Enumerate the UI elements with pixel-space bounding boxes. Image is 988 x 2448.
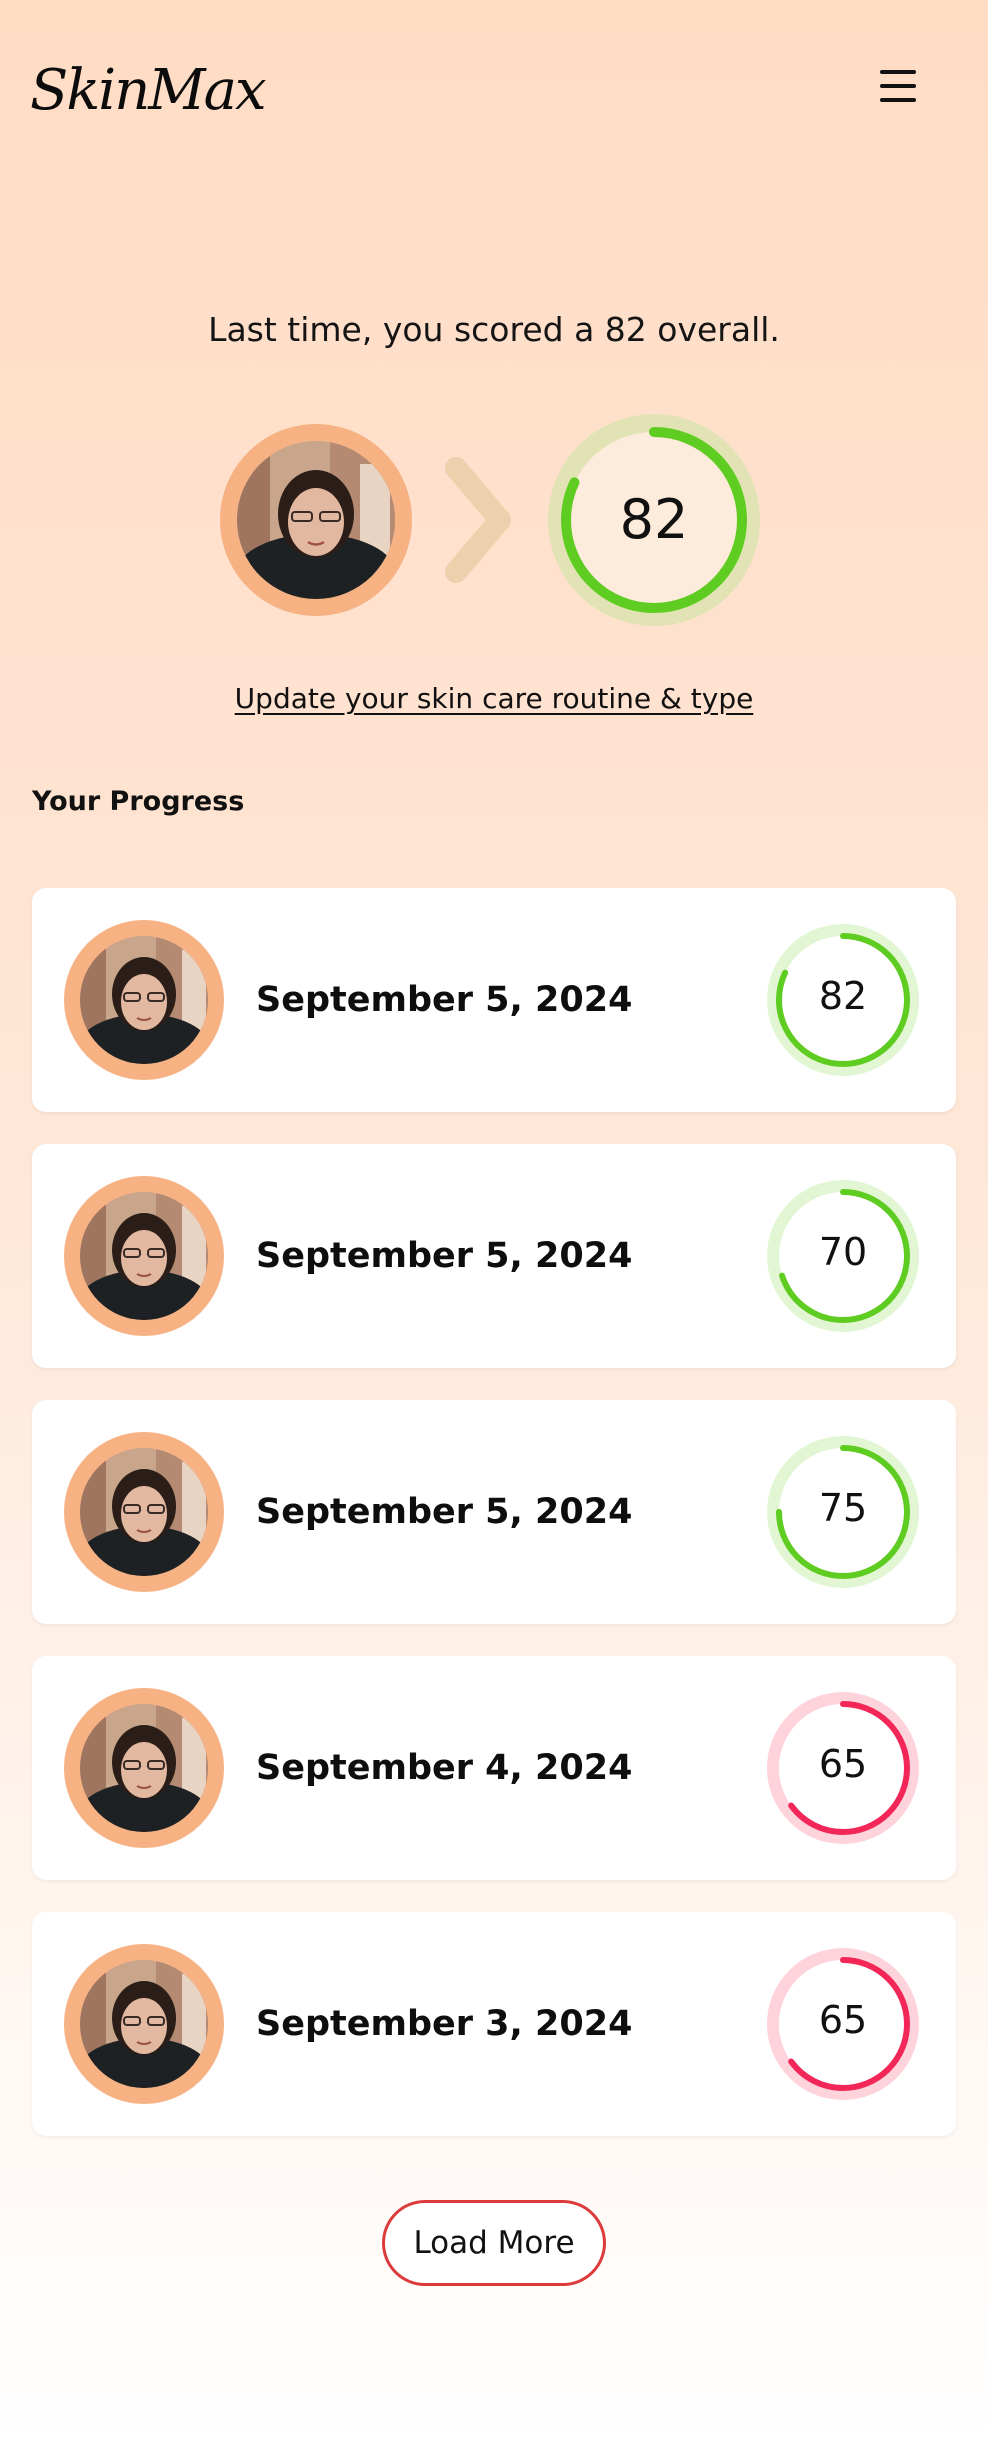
selfie-photo <box>80 1192 208 1320</box>
progress-card[interactable]: September 5, 2024 70 <box>32 1144 956 1368</box>
selfie-photo <box>80 936 208 1064</box>
overall-score-value: 82 <box>619 488 689 551</box>
selfie-avatar <box>64 1176 224 1336</box>
entry-date: September 3, 2024 <box>256 2004 633 2044</box>
chevron-right-icon <box>445 457 511 583</box>
progress-heading: Your Progress <box>32 786 245 817</box>
selfie-avatar <box>64 1688 224 1848</box>
selfie-photo <box>80 1448 208 1576</box>
app-logo: SkinMax <box>30 58 267 123</box>
entry-score: 70 <box>818 1230 868 1274</box>
entry-date: September 4, 2024 <box>256 1748 633 1788</box>
progress-card[interactable]: September 5, 2024 82 <box>32 888 956 1112</box>
entry-date: September 5, 2024 <box>256 1236 633 1276</box>
entry-score: 75 <box>818 1486 868 1530</box>
progress-card[interactable]: September 3, 2024 65 <box>32 1912 956 2136</box>
selfie-avatar <box>64 1944 224 2104</box>
entry-date: September 5, 2024 <box>256 1492 633 1532</box>
entry-score: 82 <box>818 974 868 1018</box>
entry-date: September 5, 2024 <box>256 980 633 1020</box>
hamburger-menu-icon[interactable] <box>880 70 918 102</box>
last-score-message: Last time, you scored a 82 overall. <box>208 310 780 349</box>
selfie-photo <box>80 1960 208 2088</box>
entry-score: 65 <box>818 1998 868 2042</box>
progress-list: September 5, 2024 82 September 5, 2024 7… <box>32 888 956 2168</box>
selfie-avatar <box>64 1432 224 1592</box>
progress-card[interactable]: September 4, 2024 65 <box>32 1656 956 1880</box>
selfie-photo <box>237 441 395 599</box>
latest-selfie-avatar <box>220 424 412 616</box>
entry-score: 65 <box>818 1742 868 1786</box>
progress-card[interactable]: September 5, 2024 75 <box>32 1400 956 1624</box>
load-more-button[interactable]: Load More <box>382 2200 606 2286</box>
selfie-photo <box>80 1704 208 1832</box>
selfie-avatar <box>64 920 224 1080</box>
update-routine-link[interactable]: Update your skin care routine & type <box>0 682 988 715</box>
